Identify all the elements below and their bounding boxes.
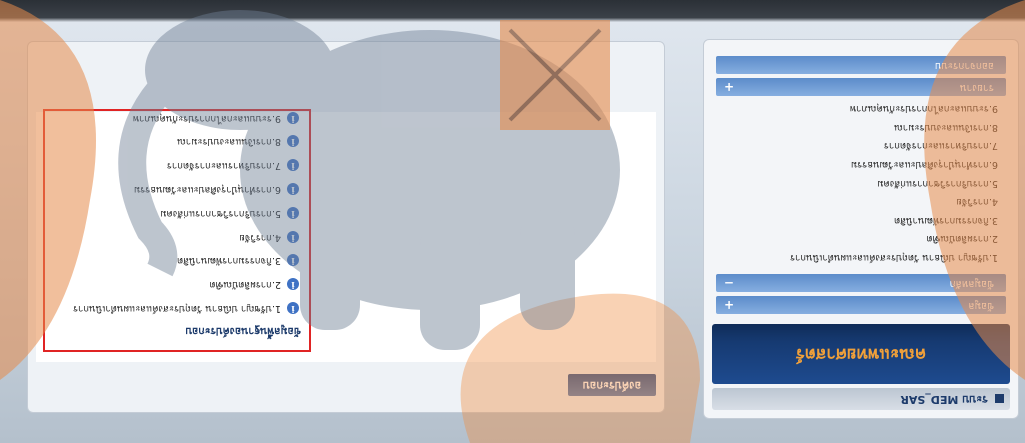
- sidebar-item-2[interactable]: 2.การผลิตบัณฑิต: [718, 229, 998, 248]
- rotated-screen: ระบบ MED_SAR คณะแพทยศาสตร์ ข้อมูล + ข้อม…: [0, 0, 1025, 443]
- sidebar-item-1[interactable]: 1.ปรัชญา ปณิธาน วัตถุประสงค์และแผนดำเนิน…: [718, 247, 998, 266]
- accordion-main-info[interactable]: ข้อมูลหลัก −: [716, 274, 1006, 292]
- list-item-label: 8.การเงินและงบประมาณ: [177, 136, 281, 148]
- list-item-label: 1.ปรัชญา ปณิธาน วัตถุประสงค์และแผนดำเนิน…: [72, 303, 281, 314]
- banner-title: คณะแพทยศาสตร์: [795, 344, 927, 364]
- sidebar: ระบบ MED_SAR คณะแพทยศาสตร์ ข้อมูล + ข้อม…: [703, 39, 1019, 419]
- info-icon: i: [287, 206, 299, 219]
- grid-icon: [995, 394, 1004, 403]
- banner: คณะแพทยศาสตร์: [712, 324, 1010, 384]
- list-item[interactable]: i 1.ปรัชญา ปณิธาน วัตถุประสงค์และแผนดำเนิ…: [73, 296, 301, 320]
- accordion-info[interactable]: ข้อมูล +: [716, 296, 1006, 314]
- sidebar-item-8[interactable]: 8.การเงินและงบประมาณ: [718, 117, 998, 136]
- info-icon: i: [287, 159, 299, 172]
- list-item-label: 5.การบริการวิชาการแก่สังคม: [160, 207, 281, 219]
- app-title: ระบบ MED_SAR: [900, 393, 988, 406]
- info-icon: i: [287, 302, 299, 314]
- accordion-label: รายงาน: [959, 82, 994, 93]
- info-icon: i: [287, 254, 299, 267]
- sidebar-item-6[interactable]: 6.การทำนุบำรุงศิลปะและวัฒนธรรม: [718, 154, 998, 173]
- list-item-label: 9.ระบบและกลไกการประกันคุณภาพ: [132, 112, 281, 124]
- components-box: ข้อมูลพื้นฐานองค์ประกอบ i 1.ปรัชญา ปณิธาน…: [43, 109, 311, 352]
- app-header: ระบบ MED_SAR: [712, 388, 1010, 410]
- list-item[interactable]: i 7.การบริหารและการจัดการ: [73, 153, 301, 177]
- list-item[interactable]: i 4.การวิจัย: [73, 225, 301, 249]
- sidebar-menu: 1.ปรัชญา ปณิธาน วัตถุประสงค์และแผนดำเนิน…: [718, 99, 998, 266]
- list-item-label: 7.การบริหารและการจัดการ: [166, 160, 281, 172]
- list-item[interactable]: i 2.การผลิตบัณฑิต: [73, 272, 301, 296]
- accordion-label: ออกจากระบบ: [934, 60, 994, 71]
- accordion-label: ข้อมูลหลัก: [949, 278, 994, 289]
- main-panel: องค์ประกอบ ข้อมูลพื้นฐานองค์ประกอบ i 1.ปร…: [27, 41, 665, 413]
- sidebar-item-9[interactable]: 9.ระบบและกลไกการประกันคุณภาพ: [718, 99, 998, 118]
- expand-icon[interactable]: +: [724, 78, 734, 96]
- box-title: ข้อมูลพื้นฐานองค์ประกอบ: [185, 325, 301, 337]
- accordion-report[interactable]: รายงาน +: [716, 78, 1006, 96]
- sidebar-item-3[interactable]: 3.กิจกรรมการพัฒนานิสิต: [718, 210, 998, 229]
- info-icon: i: [287, 183, 299, 196]
- accordion-logout[interactable]: ออกจากระบบ: [716, 56, 1006, 74]
- accordion-label: ข้อมูล: [968, 300, 994, 311]
- list-item[interactable]: i 8.การเงินและงบประมาณ: [73, 130, 301, 154]
- list-item-label: 3.กิจกรรมการพัฒนานิสิต: [177, 255, 281, 267]
- list-item[interactable]: i 5.การบริการวิชาการแก่สังคม: [73, 201, 301, 225]
- expand-icon[interactable]: +: [724, 296, 734, 314]
- info-icon: i: [287, 135, 299, 148]
- components-list: i 1.ปรัชญา ปณิธาน วัตถุประสงค์และแผนดำเนิ…: [73, 106, 301, 320]
- list-item[interactable]: i 3.กิจกรรมการพัฒนานิสิต: [73, 249, 301, 273]
- info-icon: i: [287, 230, 299, 243]
- sidebar-item-5[interactable]: 5.การบริการวิชาการแก่สังคม: [718, 173, 998, 192]
- info-icon: i: [287, 278, 299, 291]
- sidebar-item-7[interactable]: 7.การบริหารและการจัดการ: [718, 136, 998, 155]
- list-item-label: 6.การทำนุบำรุงศิลปะและวัฒนธรรม: [133, 184, 281, 196]
- list-item-label: 2.การผลิตบัณฑิต: [209, 279, 281, 291]
- list-item[interactable]: i 6.การทำนุบำรุงศิลปะและวัฒนธรรม: [73, 177, 301, 201]
- list-item-label: 4.การวิจัย: [239, 231, 281, 243]
- sidebar-item-4[interactable]: 4.การวิจัย: [718, 192, 998, 211]
- list-item[interactable]: i 9.ระบบและกลไกการประกันคุณภาพ: [73, 106, 301, 130]
- info-icon: i: [287, 111, 299, 124]
- collapse-icon[interactable]: −: [724, 274, 734, 292]
- tab-components[interactable]: องค์ประกอบ: [568, 374, 656, 396]
